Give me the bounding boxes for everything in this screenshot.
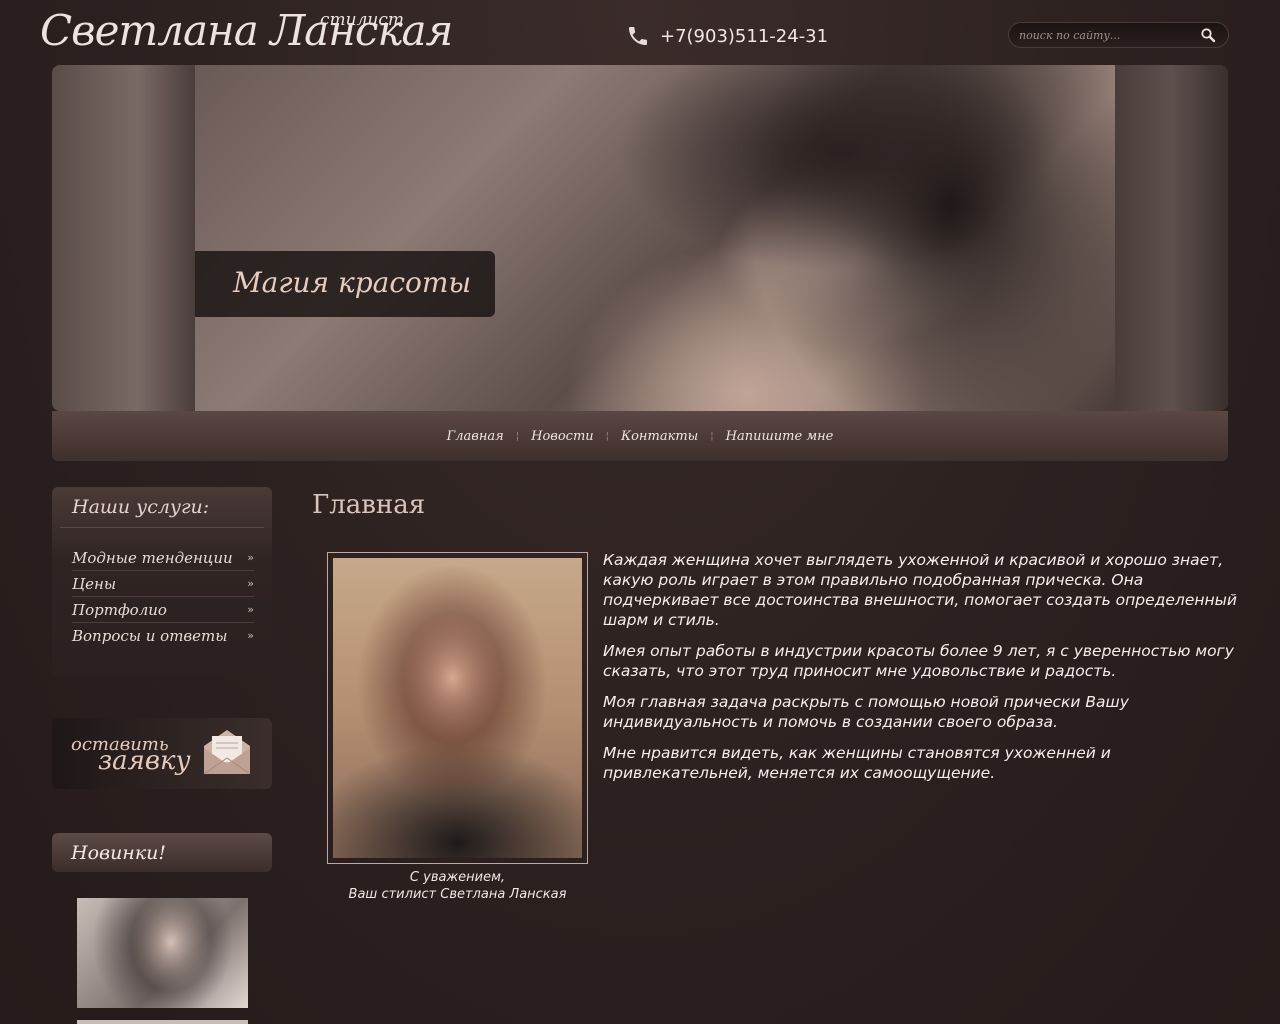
stylist-photo-frame — [327, 552, 588, 864]
logo-subtitle: стилист — [320, 10, 405, 30]
nav-news[interactable]: Новости — [519, 429, 606, 444]
page-title: Главная — [312, 490, 426, 520]
services-box: Наши услуги: Модные тенденции » Цены » П… — [52, 487, 272, 677]
site-logo[interactable]: Светлана Ланская стилист — [40, 6, 453, 56]
service-item-portfolio[interactable]: Портфолио » — [72, 597, 254, 623]
arrow-icon: » — [247, 603, 254, 616]
service-label: Цены — [72, 575, 117, 593]
divider — [60, 527, 264, 528]
service-item-trends[interactable]: Модные тенденции » — [72, 545, 254, 571]
phone-number: +7(903)511-24-31 — [660, 25, 829, 47]
paragraph: Мне нравится видеть, как женщины становя… — [603, 744, 1111, 782]
service-item-faq[interactable]: Вопросы и ответы » — [72, 623, 254, 649]
search-input[interactable] — [1019, 26, 1199, 44]
nav-contacts[interactable]: Контакты — [609, 429, 710, 444]
service-label: Модные тенденции — [72, 549, 233, 567]
stylist-photo — [333, 558, 582, 858]
paragraph: Каждая женщина хочет выглядеть ухоженной… — [603, 551, 1237, 629]
hero-banner: Магия красоты — [52, 65, 1228, 411]
phone-block: +7(903)511-24-31 — [626, 24, 828, 48]
signature-line1: С уважением, — [409, 870, 506, 885]
envelope-icon — [203, 730, 251, 775]
service-label: Вопросы и ответы — [72, 627, 228, 645]
new-items-title: Новинки! — [71, 842, 167, 864]
nav-home[interactable]: Главная — [435, 429, 516, 444]
search-icon[interactable] — [1200, 27, 1216, 43]
banner-image — [195, 65, 1115, 411]
banner-right-panel — [1115, 65, 1228, 411]
main-nav: Главная ¦ Новости ¦ Контакты ¦ Напишите … — [52, 411, 1228, 461]
new-items-header: Новинки! — [52, 833, 272, 872]
service-label: Портфолио — [72, 601, 167, 619]
phone-icon — [629, 27, 647, 45]
arrow-icon: » — [247, 551, 254, 564]
banner-caption-text: Магия красоты — [233, 266, 472, 299]
signature-line2: Ваш стилист Светлана Ланская — [348, 887, 567, 902]
arrow-icon: » — [247, 577, 254, 590]
leave-request-button[interactable]: оставить заявку — [52, 718, 272, 789]
banner-left-panel — [52, 65, 195, 411]
new-item-thumbnail[interactable] — [77, 898, 248, 1008]
paragraph: Имея опыт работы в индустрии красоты бол… — [603, 642, 1234, 680]
banner-caption: Магия красоты — [195, 251, 495, 317]
arrow-icon: » — [247, 629, 254, 642]
request-label-line2: заявку — [98, 746, 191, 776]
paragraph: Моя главная задача раскрыть с помощью но… — [603, 693, 1129, 731]
service-item-prices[interactable]: Цены » — [72, 571, 254, 597]
search-box — [1008, 22, 1229, 48]
nav-write-me[interactable]: Напишите мне — [714, 429, 846, 444]
main-text: Каждая женщина хочет выглядеть ухоженной… — [603, 550, 1243, 794]
signature: С уважением, Ваш стилист Светлана Ланска… — [327, 869, 588, 903]
new-item-thumbnail[interactable] — [77, 1020, 248, 1024]
services-title: Наши услуги: — [72, 496, 210, 518]
